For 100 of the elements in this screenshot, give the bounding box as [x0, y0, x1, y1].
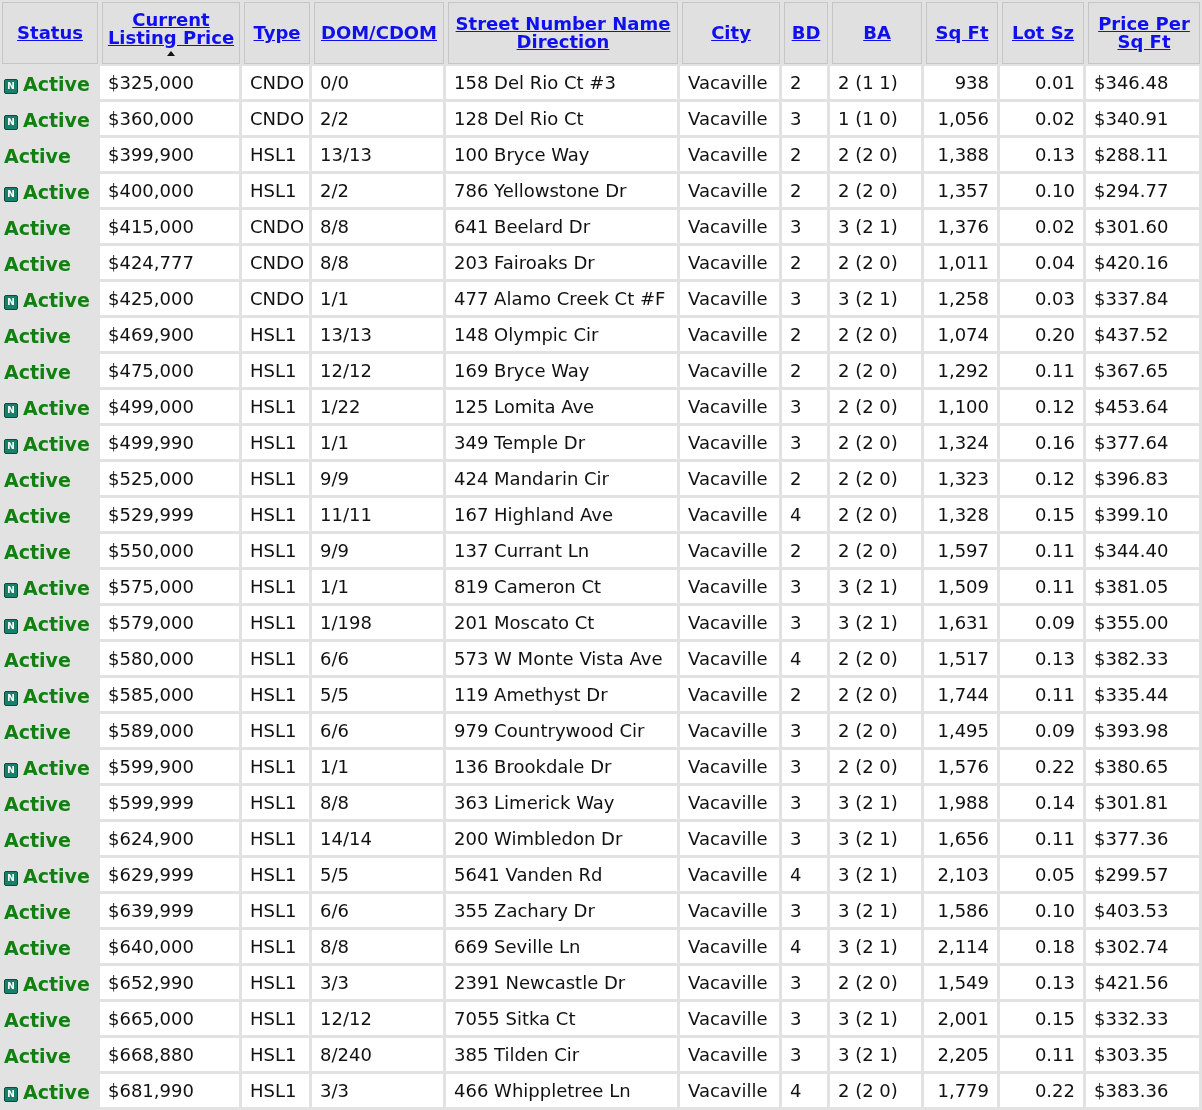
status-text: Active	[23, 1081, 90, 1103]
table-cell: 0.11	[1000, 570, 1086, 606]
table-cell: HSL1	[242, 354, 312, 390]
table-cell: 1/1	[312, 570, 446, 606]
table-cell: Vacaville	[680, 1038, 782, 1074]
table-cell: 3 (2 1)	[830, 930, 924, 966]
sort-link[interactable]: DOM/CDOM	[320, 24, 438, 42]
table-cell: $344.40	[1086, 534, 1202, 570]
table-cell: 128 Del Rio Ct	[446, 102, 680, 138]
table-cell: 0.11	[1000, 822, 1086, 858]
status-text: Active	[4, 361, 71, 383]
table-cell: HSL1	[242, 1002, 312, 1038]
table-cell: $575,000	[100, 570, 242, 606]
table-cell: Vacaville	[680, 462, 782, 498]
table-cell: 3	[782, 1038, 830, 1074]
table-cell: 158 Del Rio Ct #3	[446, 66, 680, 102]
status-text: Active	[4, 145, 71, 167]
table-cell: Vacaville	[680, 498, 782, 534]
table-cell: $340.91	[1086, 102, 1202, 138]
table-cell: 2 (2 0)	[830, 426, 924, 462]
table-cell: 2/2	[312, 102, 446, 138]
sort-link[interactable]: Sq Ft	[935, 24, 989, 42]
table-cell: 2,001	[924, 1002, 1000, 1038]
table-cell: 2 (2 0)	[830, 462, 924, 498]
status-text: Active	[4, 937, 71, 959]
table-cell: 1,323	[924, 462, 1000, 498]
new-badge: N	[4, 439, 18, 454]
table-cell: $377.64	[1086, 426, 1202, 462]
table-cell: Vacaville	[680, 282, 782, 318]
table-cell: 0.11	[1000, 534, 1086, 570]
table-cell: HSL1	[242, 966, 312, 1002]
table-cell: Vacaville	[680, 930, 782, 966]
sort-link[interactable]: BD	[791, 24, 821, 42]
table-cell: 1,357	[924, 174, 1000, 210]
table-cell: CNDO	[242, 282, 312, 318]
table-cell: 0.03	[1000, 282, 1086, 318]
table-cell: Vacaville	[680, 354, 782, 390]
status-text: Active	[4, 469, 71, 491]
sort-link[interactable]: City	[711, 24, 751, 42]
table-cell: 1/22	[312, 390, 446, 426]
table-cell: HSL1	[242, 426, 312, 462]
table-cell: 0.15	[1000, 498, 1086, 534]
table-cell: 1,549	[924, 966, 1000, 1002]
table-cell: HSL1	[242, 1074, 312, 1110]
table-cell: Vacaville	[680, 894, 782, 930]
table-cell: Vacaville	[680, 102, 782, 138]
table-cell: 1,656	[924, 822, 1000, 858]
table-cell: Vacaville	[680, 138, 782, 174]
table-cell: 201 Moscato Ct	[446, 606, 680, 642]
table-cell: 8/8	[312, 930, 446, 966]
table-cell: HSL1	[242, 822, 312, 858]
table-cell: HSL1	[242, 930, 312, 966]
sort-link[interactable]: BA	[863, 24, 891, 42]
table-cell: 4	[782, 642, 830, 678]
sort-link[interactable]: Status	[17, 24, 83, 42]
table-cell: 0.04	[1000, 246, 1086, 282]
table-cell: Vacaville	[680, 966, 782, 1002]
table-cell: 0.09	[1000, 606, 1086, 642]
table-cell: $599,900	[100, 750, 242, 786]
new-badge: N	[4, 619, 18, 634]
new-badge: N	[4, 115, 18, 130]
status-text: Active	[4, 325, 71, 347]
table-cell: 2 (2 0)	[830, 318, 924, 354]
table-cell: $469,900	[100, 318, 242, 354]
table-cell: 424 Mandarin Cir	[446, 462, 680, 498]
table-cell: 1,509	[924, 570, 1000, 606]
status-text: Active	[4, 1045, 71, 1067]
table-cell: 2 (2 0)	[830, 1074, 924, 1110]
table-cell: 3	[782, 822, 830, 858]
new-badge: N	[4, 763, 18, 778]
sort-link[interactable]: Street Number Name Direction	[452, 15, 674, 51]
table-cell: HSL1	[242, 642, 312, 678]
table-cell: 0.20	[1000, 318, 1086, 354]
table-cell: Vacaville	[680, 246, 782, 282]
table-cell: 2 (2 0)	[830, 390, 924, 426]
table-cell: CNDO	[242, 102, 312, 138]
sort-link[interactable]: Lot Sz	[1011, 24, 1075, 42]
table-cell: $420.16	[1086, 246, 1202, 282]
table-cell: 3 (2 1)	[830, 858, 924, 894]
table-cell: 6/6	[312, 894, 446, 930]
table-cell: 0.13	[1000, 642, 1086, 678]
table-cell: 0.22	[1000, 750, 1086, 786]
table-cell: 3 (2 1)	[830, 210, 924, 246]
table-cell: 3 (2 1)	[830, 1038, 924, 1074]
table-cell: 8/8	[312, 210, 446, 246]
table-cell: 0.22	[1000, 1074, 1086, 1110]
sort-link[interactable]: Price Per Sq Ft	[1092, 15, 1196, 51]
status-text: Active	[23, 73, 90, 95]
table-cell: $668,880	[100, 1038, 242, 1074]
sort-link[interactable]: Current Listing Price	[106, 10, 236, 47]
table-cell: 137 Currant Ln	[446, 534, 680, 570]
table-cell: HSL1	[242, 1038, 312, 1074]
table-cell: HSL1	[242, 714, 312, 750]
table-cell: $580,000	[100, 642, 242, 678]
table-cell: $589,000	[100, 714, 242, 750]
table-cell: 1,376	[924, 210, 1000, 246]
table-cell: 477 Alamo Creek Ct #F	[446, 282, 680, 318]
table-cell: $383.36	[1086, 1074, 1202, 1110]
table-cell: 4	[782, 1074, 830, 1110]
sort-link[interactable]: Type	[253, 24, 301, 42]
